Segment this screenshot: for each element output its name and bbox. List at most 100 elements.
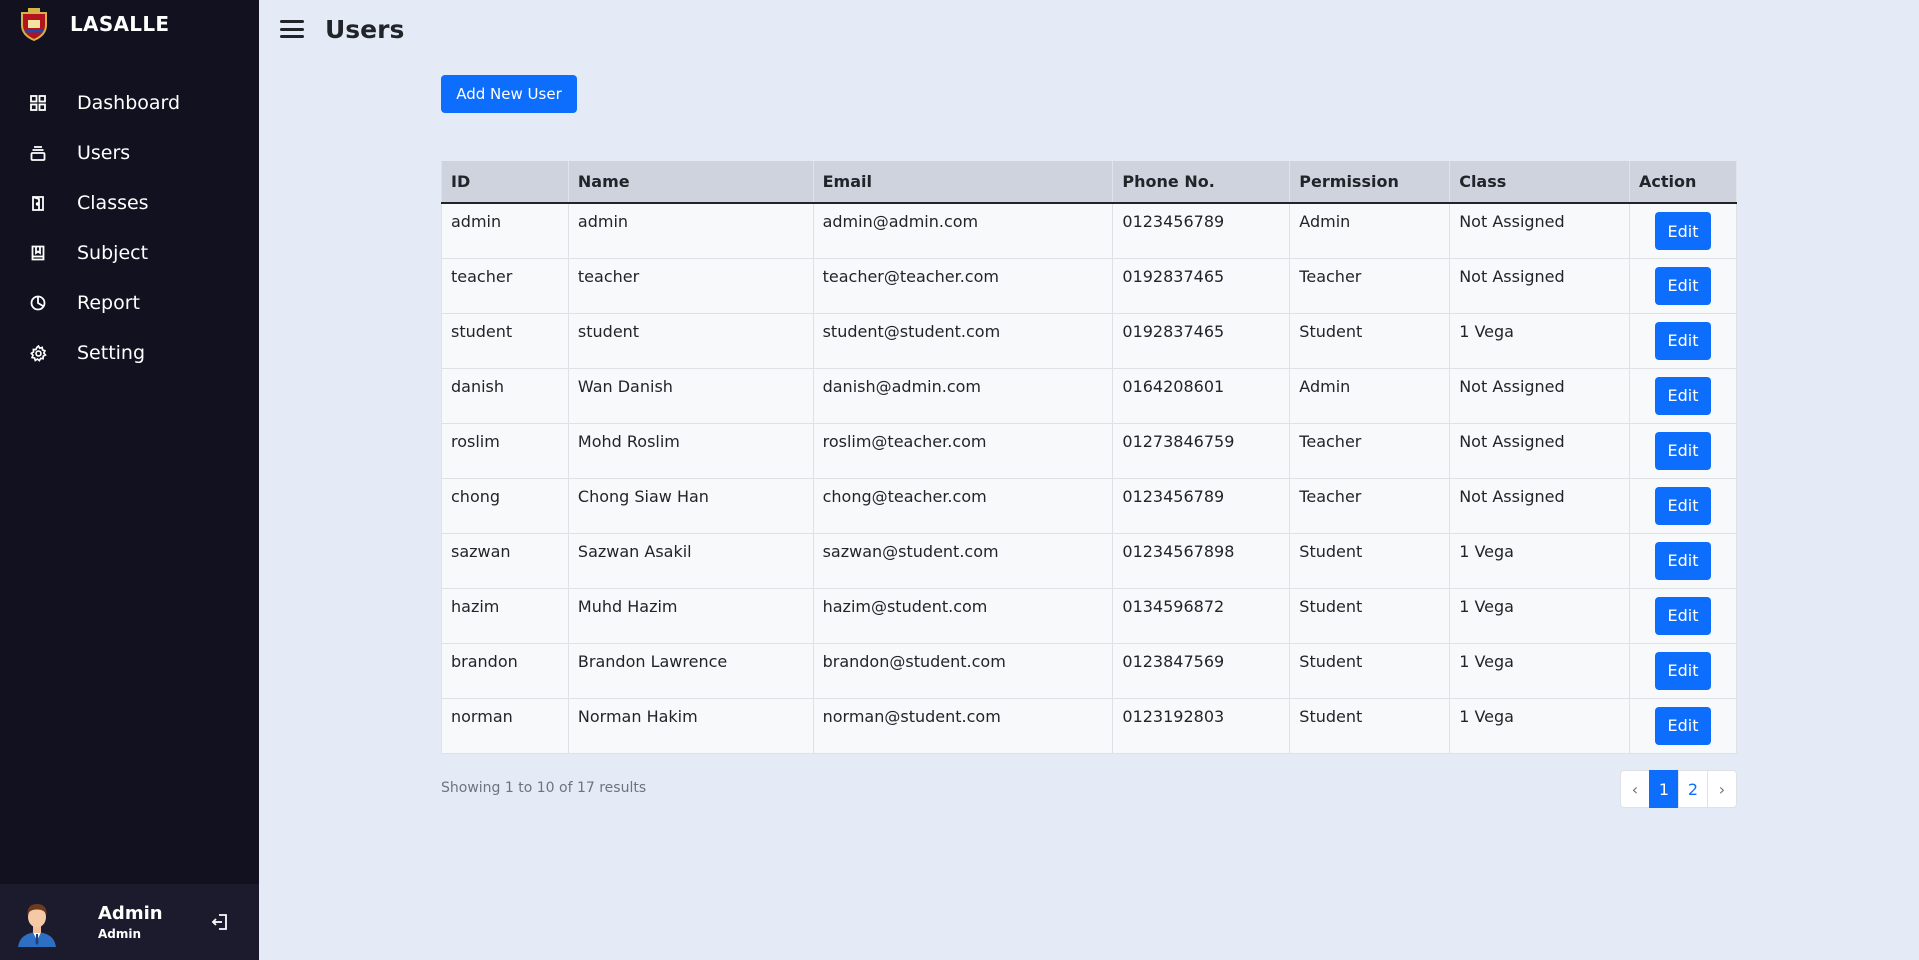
school-crest-logo (18, 7, 50, 41)
edit-button[interactable]: Edit (1655, 212, 1711, 250)
sidebar-item-report[interactable]: Report (0, 278, 259, 328)
sidebar-nav: Dashboard Users Classes Subject Report S… (0, 78, 259, 378)
column-header-id[interactable]: ID (441, 161, 569, 204)
column-header-action: Action (1629, 161, 1737, 204)
cell-action: Edit (1629, 698, 1737, 754)
cell-name: Sazwan Asakil (568, 533, 814, 589)
results-summary: Showing 1 to 10 of 17 results (441, 780, 647, 796)
column-header-email[interactable]: Email (813, 161, 1114, 204)
edit-button[interactable]: Edit (1655, 541, 1711, 580)
cell-phone: 0123456789 (1112, 478, 1291, 534)
cell-email: danish@admin.com (813, 368, 1114, 424)
edit-button[interactable]: Edit (1655, 376, 1711, 415)
table-row: chong Chong Siaw Han chong@teacher.com 0… (441, 478, 1737, 534)
pagination-page-1[interactable]: 1 (1649, 770, 1679, 808)
cell-action: Edit (1629, 588, 1737, 644)
cell-class: Not Assigned (1449, 478, 1631, 534)
cell-class: 1 Vega (1449, 313, 1631, 369)
cell-name: admin (568, 203, 814, 259)
cell-class: 1 Vega (1449, 588, 1631, 644)
cell-phone: 01234567898 (1112, 533, 1291, 589)
cell-id: brandon (441, 643, 569, 699)
cell-action: Edit (1629, 313, 1737, 369)
edit-button[interactable]: Edit (1655, 486, 1711, 525)
sidebar-item-label: Users (77, 142, 131, 164)
table-row: student student student@student.com 0192… (441, 313, 1737, 369)
gear-icon (28, 343, 48, 363)
cell-name: Mohd Roslim (568, 423, 814, 479)
column-header-class[interactable]: Class (1449, 161, 1631, 204)
cell-email: chong@teacher.com (813, 478, 1114, 534)
brand[interactable]: LASALLE (0, 0, 259, 48)
sidebar-item-label: Dashboard (77, 92, 181, 114)
cell-permission: Student (1289, 588, 1451, 644)
cell-id: student (441, 313, 569, 369)
table-row: brandon Brandon Lawrence brandon@student… (441, 643, 1737, 699)
table-header-row: ID Name Email Phone No. Permission Class… (441, 161, 1737, 204)
sidebar: LASALLE Dashboard Users Classes Subject … (0, 0, 259, 960)
cell-phone: 01273846759 (1112, 423, 1291, 479)
sidebar-item-subject[interactable]: Subject (0, 228, 259, 278)
cell-id: teacher (441, 258, 569, 314)
cell-action: Edit (1629, 368, 1737, 424)
hamburger-menu-icon[interactable] (279, 18, 305, 40)
sidebar-item-label: Report (77, 292, 140, 314)
edit-button[interactable]: Edit (1655, 321, 1711, 360)
table-row: roslim Mohd Roslim roslim@teacher.com 01… (441, 423, 1737, 479)
column-header-name[interactable]: Name (568, 161, 814, 204)
cell-id: admin (441, 203, 569, 259)
user-name: Admin (98, 903, 163, 924)
edit-button[interactable]: Edit (1655, 596, 1711, 635)
user-role: Admin (98, 927, 142, 941)
cell-class: Not Assigned (1449, 368, 1631, 424)
sidebar-item-classes[interactable]: Classes (0, 178, 259, 228)
page-title: Users (325, 14, 405, 44)
cell-id: roslim (441, 423, 569, 479)
cell-email: hazim@student.com (813, 588, 1114, 644)
cell-phone: 0192837465 (1112, 313, 1291, 369)
cell-id: hazim (441, 588, 569, 644)
edit-button[interactable]: Edit (1655, 651, 1711, 690)
cell-action: Edit (1629, 643, 1737, 699)
sidebar-item-setting[interactable]: Setting (0, 328, 259, 378)
logout-icon[interactable] (210, 912, 230, 932)
cell-permission: Teacher (1289, 478, 1451, 534)
sidebar-item-label: Classes (77, 192, 149, 214)
add-new-user-button[interactable]: Add New User (441, 75, 577, 113)
edit-button[interactable]: Edit (1655, 706, 1711, 745)
cell-email: teacher@teacher.com (813, 258, 1114, 314)
cell-phone: 0134596872 (1112, 588, 1291, 644)
cell-phone: 0164208601 (1112, 368, 1291, 424)
cell-name: Chong Siaw Han (568, 478, 814, 534)
cell-class: 1 Vega (1449, 643, 1631, 699)
pagination-next-button[interactable]: › (1707, 770, 1737, 808)
cell-name: Muhd Hazim (568, 588, 814, 644)
sidebar-item-label: Setting (77, 342, 146, 364)
book-icon (28, 243, 48, 263)
cell-permission: Student (1289, 698, 1451, 754)
cell-action: Edit (1629, 533, 1737, 589)
table-row: teacher teacher teacher@teacher.com 0192… (441, 258, 1737, 314)
user-meta: Admin Admin (98, 903, 163, 941)
cell-permission: Student (1289, 643, 1451, 699)
users-table-container: ID Name Email Phone No. Permission Class… (441, 161, 1737, 754)
cell-permission: Teacher (1289, 258, 1451, 314)
cell-class: 1 Vega (1449, 698, 1631, 754)
edit-button[interactable]: Edit (1655, 431, 1711, 470)
column-header-phone[interactable]: Phone No. (1112, 161, 1291, 204)
cell-name: student (568, 313, 814, 369)
cell-class: Not Assigned (1449, 258, 1631, 314)
cell-name: Norman Hakim (568, 698, 814, 754)
cell-name: Wan Danish (568, 368, 814, 424)
edit-button[interactable]: Edit (1655, 266, 1711, 305)
cell-email: roslim@teacher.com (813, 423, 1114, 479)
pagination-page-2[interactable]: 2 (1678, 770, 1708, 808)
sidebar-item-dashboard[interactable]: Dashboard (0, 78, 259, 128)
sidebar-item-users[interactable]: Users (0, 128, 259, 178)
pagination-prev-button[interactable]: ‹ (1620, 770, 1650, 808)
table-row: danish Wan Danish danish@admin.com 01642… (441, 368, 1737, 424)
cell-class: Not Assigned (1449, 423, 1631, 479)
table-row: norman Norman Hakim norman@student.com 0… (441, 698, 1737, 754)
column-header-permission[interactable]: Permission (1289, 161, 1451, 204)
cell-action: Edit (1629, 203, 1737, 259)
